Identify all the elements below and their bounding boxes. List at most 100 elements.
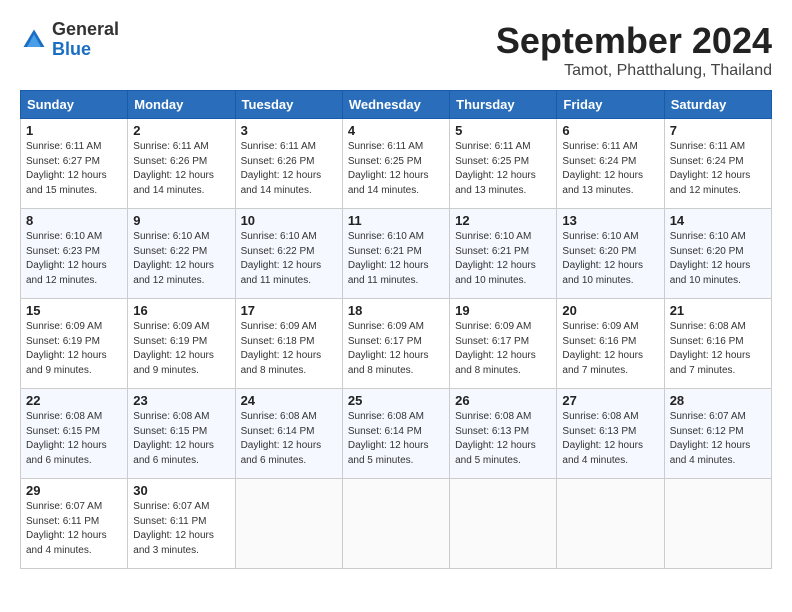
day-number: 4 <box>348 123 444 138</box>
calendar-week: 15 Sunrise: 6:09 AMSunset: 6:19 PMDaylig… <box>21 299 772 389</box>
col-sunday: Sunday <box>21 91 128 119</box>
table-row: 29 Sunrise: 6:07 AMSunset: 6:11 PMDaylig… <box>21 479 128 569</box>
table-row: 26 Sunrise: 6:08 AMSunset: 6:13 PMDaylig… <box>450 389 557 479</box>
table-row: 12 Sunrise: 6:10 AMSunset: 6:21 PMDaylig… <box>450 209 557 299</box>
day-detail: Sunrise: 6:09 AMSunset: 6:17 PMDaylight:… <box>348 321 429 376</box>
logo: General Blue <box>20 20 119 60</box>
table-row: 14 Sunrise: 6:10 AMSunset: 6:20 PMDaylig… <box>664 209 771 299</box>
day-detail: Sunrise: 6:11 AMSunset: 6:26 PMDaylight:… <box>133 141 214 196</box>
table-row: 7 Sunrise: 6:11 AMSunset: 6:24 PMDayligh… <box>664 119 771 209</box>
table-row: 21 Sunrise: 6:08 AMSunset: 6:16 PMDaylig… <box>664 299 771 389</box>
day-detail: Sunrise: 6:07 AMSunset: 6:11 PMDaylight:… <box>133 501 214 556</box>
empty-cell <box>664 479 771 569</box>
logo-general: General <box>52 19 119 39</box>
day-number: 14 <box>670 213 766 228</box>
table-row: 22 Sunrise: 6:08 AMSunset: 6:15 PMDaylig… <box>21 389 128 479</box>
table-row: 1 Sunrise: 6:11 AMSunset: 6:27 PMDayligh… <box>21 119 128 209</box>
table-row: 28 Sunrise: 6:07 AMSunset: 6:12 PMDaylig… <box>664 389 771 479</box>
table-row: 17 Sunrise: 6:09 AMSunset: 6:18 PMDaylig… <box>235 299 342 389</box>
logo-text: General Blue <box>52 20 119 60</box>
day-number: 10 <box>241 213 337 228</box>
table-row: 4 Sunrise: 6:11 AMSunset: 6:25 PMDayligh… <box>342 119 449 209</box>
col-monday: Monday <box>128 91 235 119</box>
day-detail: Sunrise: 6:08 AMSunset: 6:14 PMDaylight:… <box>241 411 322 466</box>
day-detail: Sunrise: 6:09 AMSunset: 6:16 PMDaylight:… <box>562 321 643 376</box>
day-number: 25 <box>348 393 444 408</box>
day-number: 9 <box>133 213 229 228</box>
day-detail: Sunrise: 6:11 AMSunset: 6:25 PMDaylight:… <box>348 141 429 196</box>
day-detail: Sunrise: 6:11 AMSunset: 6:24 PMDaylight:… <box>562 141 643 196</box>
table-row: 13 Sunrise: 6:10 AMSunset: 6:20 PMDaylig… <box>557 209 664 299</box>
day-detail: Sunrise: 6:09 AMSunset: 6:18 PMDaylight:… <box>241 321 322 376</box>
calendar-week: 22 Sunrise: 6:08 AMSunset: 6:15 PMDaylig… <box>21 389 772 479</box>
col-friday: Friday <box>557 91 664 119</box>
day-detail: Sunrise: 6:09 AMSunset: 6:17 PMDaylight:… <box>455 321 536 376</box>
day-number: 16 <box>133 303 229 318</box>
table-row: 19 Sunrise: 6:09 AMSunset: 6:17 PMDaylig… <box>450 299 557 389</box>
calendar-table: Sunday Monday Tuesday Wednesday Thursday… <box>20 90 772 569</box>
day-number: 28 <box>670 393 766 408</box>
day-number: 7 <box>670 123 766 138</box>
col-thursday: Thursday <box>450 91 557 119</box>
day-number: 29 <box>26 483 122 498</box>
day-detail: Sunrise: 6:09 AMSunset: 6:19 PMDaylight:… <box>26 321 107 376</box>
day-number: 1 <box>26 123 122 138</box>
day-number: 18 <box>348 303 444 318</box>
day-detail: Sunrise: 6:10 AMSunset: 6:20 PMDaylight:… <box>562 231 643 286</box>
day-number: 24 <box>241 393 337 408</box>
table-row: 27 Sunrise: 6:08 AMSunset: 6:13 PMDaylig… <box>557 389 664 479</box>
table-row: 24 Sunrise: 6:08 AMSunset: 6:14 PMDaylig… <box>235 389 342 479</box>
col-wednesday: Wednesday <box>342 91 449 119</box>
day-number: 17 <box>241 303 337 318</box>
page-header: General Blue September 2024 Tamot, Phatt… <box>20 20 772 80</box>
header-row: Sunday Monday Tuesday Wednesday Thursday… <box>21 91 772 119</box>
col-saturday: Saturday <box>664 91 771 119</box>
day-number: 11 <box>348 213 444 228</box>
empty-cell <box>557 479 664 569</box>
table-row: 11 Sunrise: 6:10 AMSunset: 6:21 PMDaylig… <box>342 209 449 299</box>
col-tuesday: Tuesday <box>235 91 342 119</box>
day-detail: Sunrise: 6:08 AMSunset: 6:13 PMDaylight:… <box>562 411 643 466</box>
day-number: 15 <box>26 303 122 318</box>
day-detail: Sunrise: 6:11 AMSunset: 6:24 PMDaylight:… <box>670 141 751 196</box>
day-detail: Sunrise: 6:08 AMSunset: 6:16 PMDaylight:… <box>670 321 751 376</box>
day-number: 6 <box>562 123 658 138</box>
title-block: September 2024 Tamot, Phatthalung, Thail… <box>496 20 772 80</box>
day-detail: Sunrise: 6:10 AMSunset: 6:20 PMDaylight:… <box>670 231 751 286</box>
day-detail: Sunrise: 6:10 AMSunset: 6:23 PMDaylight:… <box>26 231 107 286</box>
day-number: 22 <box>26 393 122 408</box>
day-number: 13 <box>562 213 658 228</box>
day-number: 3 <box>241 123 337 138</box>
day-detail: Sunrise: 6:08 AMSunset: 6:15 PMDaylight:… <box>26 411 107 466</box>
day-number: 20 <box>562 303 658 318</box>
logo-icon <box>20 26 48 54</box>
table-row: 30 Sunrise: 6:07 AMSunset: 6:11 PMDaylig… <box>128 479 235 569</box>
table-row: 9 Sunrise: 6:10 AMSunset: 6:22 PMDayligh… <box>128 209 235 299</box>
table-row: 10 Sunrise: 6:10 AMSunset: 6:22 PMDaylig… <box>235 209 342 299</box>
day-detail: Sunrise: 6:10 AMSunset: 6:21 PMDaylight:… <box>348 231 429 286</box>
day-detail: Sunrise: 6:11 AMSunset: 6:25 PMDaylight:… <box>455 141 536 196</box>
table-row: 18 Sunrise: 6:09 AMSunset: 6:17 PMDaylig… <box>342 299 449 389</box>
day-detail: Sunrise: 6:08 AMSunset: 6:13 PMDaylight:… <box>455 411 536 466</box>
day-number: 30 <box>133 483 229 498</box>
day-detail: Sunrise: 6:11 AMSunset: 6:27 PMDaylight:… <box>26 141 107 196</box>
day-detail: Sunrise: 6:08 AMSunset: 6:15 PMDaylight:… <box>133 411 214 466</box>
day-detail: Sunrise: 6:07 AMSunset: 6:11 PMDaylight:… <box>26 501 107 556</box>
empty-cell <box>235 479 342 569</box>
day-detail: Sunrise: 6:07 AMSunset: 6:12 PMDaylight:… <box>670 411 751 466</box>
month-title: September 2024 <box>496 20 772 62</box>
day-number: 26 <box>455 393 551 408</box>
day-number: 23 <box>133 393 229 408</box>
empty-cell <box>342 479 449 569</box>
day-detail: Sunrise: 6:08 AMSunset: 6:14 PMDaylight:… <box>348 411 429 466</box>
table-row: 5 Sunrise: 6:11 AMSunset: 6:25 PMDayligh… <box>450 119 557 209</box>
logo-blue: Blue <box>52 39 91 59</box>
day-detail: Sunrise: 6:10 AMSunset: 6:22 PMDaylight:… <box>133 231 214 286</box>
day-detail: Sunrise: 6:09 AMSunset: 6:19 PMDaylight:… <box>133 321 214 376</box>
day-detail: Sunrise: 6:10 AMSunset: 6:22 PMDaylight:… <box>241 231 322 286</box>
day-detail: Sunrise: 6:11 AMSunset: 6:26 PMDaylight:… <box>241 141 322 196</box>
day-number: 8 <box>26 213 122 228</box>
table-row: 8 Sunrise: 6:10 AMSunset: 6:23 PMDayligh… <box>21 209 128 299</box>
day-number: 27 <box>562 393 658 408</box>
table-row: 16 Sunrise: 6:09 AMSunset: 6:19 PMDaylig… <box>128 299 235 389</box>
